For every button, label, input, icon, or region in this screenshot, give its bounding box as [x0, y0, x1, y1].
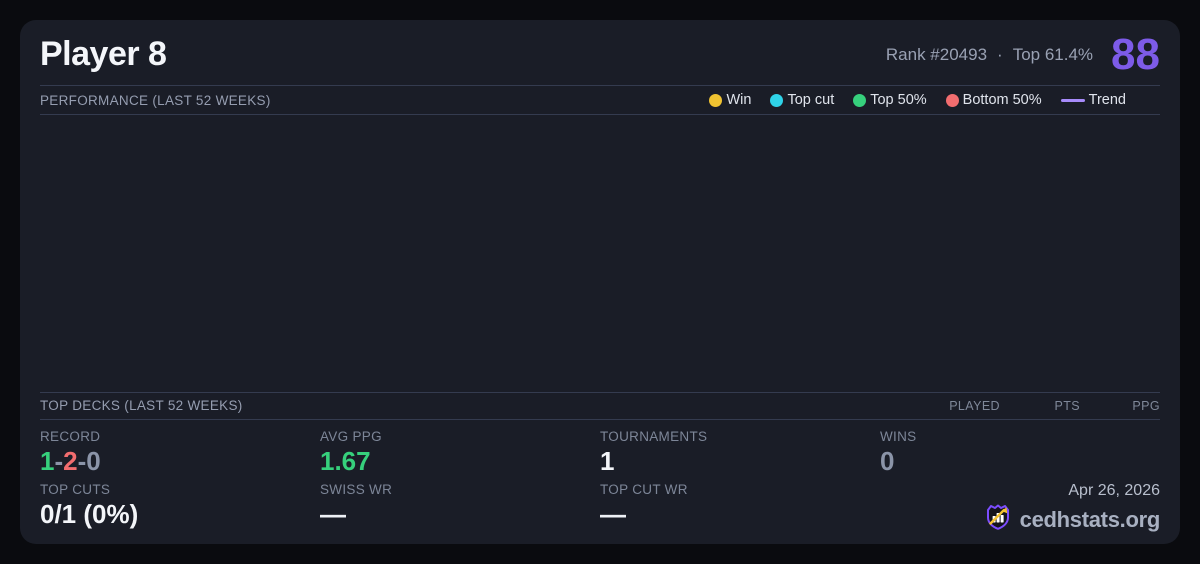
top-cuts-stat: TOP CUTS 0/1 (0%): [40, 482, 320, 536]
swiss-wr-label: SWISS WR: [320, 482, 600, 497]
legend-item-bottom-50: Bottom 50%: [946, 92, 1042, 108]
record-draws: 0: [86, 446, 100, 476]
top-50-dot-icon: [853, 94, 866, 107]
bottom-50-dot-icon: [946, 94, 959, 107]
win-dot-icon: [709, 94, 722, 107]
ppg-column-header: PPG: [1080, 399, 1160, 413]
tournaments-value: 1: [600, 448, 880, 475]
generated-date: Apr 26, 2026: [1068, 482, 1160, 500]
legend-label-trend: Trend: [1089, 92, 1126, 108]
brand-name: cedhstats.org: [1020, 507, 1160, 533]
top-decks-section-header: TOP DECKS (LAST 52 WEEKS) PLAYED PTS PPG: [40, 393, 1160, 419]
legend-label-top-50: Top 50%: [870, 92, 926, 108]
record-wins: 1: [40, 446, 54, 476]
swiss-wr-value: —: [320, 501, 600, 528]
avg-ppg-label: AVG PPG: [320, 429, 600, 444]
player-score: 88: [1111, 33, 1160, 77]
trend-line-icon: [1061, 99, 1085, 102]
top-decks-column-headers: PLAYED PTS PPG: [920, 399, 1160, 413]
top-cuts-value: 0/1 (0%): [40, 501, 320, 528]
avg-ppg-stat: AVG PPG 1.67: [320, 429, 600, 475]
stats-grid: RECORD 1-2-0 AVG PPG 1.67 TOURNAMENTS 1 …: [40, 420, 1160, 544]
top-cut-dot-icon: [770, 94, 783, 107]
card-header: Player 8 Rank #20493 · Top 61.4% 88: [40, 20, 1160, 85]
tournaments-stat: TOURNAMENTS 1: [600, 429, 880, 475]
footer: Apr 26, 2026 cedhstats.org: [880, 482, 1160, 536]
legend-item-trend: Trend: [1061, 92, 1126, 108]
legend-item-top-50: Top 50%: [853, 92, 926, 108]
legend-label-top-cut: Top cut: [787, 92, 834, 108]
player-stats-card: Player 8 Rank #20493 · Top 61.4% 88 PERF…: [20, 20, 1180, 544]
tournaments-label: TOURNAMENTS: [600, 429, 880, 444]
top-cut-wr-stat: TOP CUT WR —: [600, 482, 880, 536]
performance-section-title: PERFORMANCE (LAST 52 WEEKS): [40, 93, 271, 108]
legend-item-win: Win: [709, 92, 751, 108]
legend-item-top-cut: Top cut: [770, 92, 834, 108]
wins-value: 0: [880, 448, 1160, 475]
wins-stat: WINS 0: [880, 429, 1160, 475]
pts-column-header: PTS: [1000, 399, 1080, 413]
chart-legend: Win Top cut Top 50% Bottom 50% Trend: [709, 92, 1160, 108]
page-background: Player 8 Rank #20493 · Top 61.4% 88 PERF…: [0, 0, 1200, 564]
header-right: Rank #20493 · Top 61.4% 88: [886, 33, 1160, 77]
rank-dot-separator: ·: [997, 45, 1003, 65]
cedhstats-logo-icon: [984, 503, 1012, 536]
played-column-header: PLAYED: [920, 399, 1000, 413]
avg-ppg-value: 1.67: [320, 448, 600, 475]
record-stat: RECORD 1-2-0: [40, 429, 320, 475]
wins-label: WINS: [880, 429, 1160, 444]
brand: cedhstats.org: [984, 503, 1160, 536]
top-decks-section-title: TOP DECKS (LAST 52 WEEKS): [40, 398, 243, 413]
top-cut-wr-label: TOP CUT WR: [600, 482, 880, 497]
record-value: 1-2-0: [40, 448, 320, 475]
legend-label-bottom-50: Bottom 50%: [963, 92, 1042, 108]
rank-text: Rank #20493: [886, 45, 987, 65]
record-separator: -: [54, 446, 63, 476]
record-losses: 2: [63, 446, 77, 476]
top-percent-text: Top 61.4%: [1013, 45, 1093, 65]
performance-chart: [40, 115, 1160, 392]
legend-label-win: Win: [726, 92, 751, 108]
top-cut-wr-value: —: [600, 501, 880, 528]
rank-summary: Rank #20493 · Top 61.4%: [886, 45, 1093, 65]
swiss-wr-stat: SWISS WR —: [320, 482, 600, 536]
record-separator: -: [78, 446, 87, 476]
record-label: RECORD: [40, 429, 320, 444]
player-name: Player 8: [40, 35, 166, 74]
top-cuts-label: TOP CUTS: [40, 482, 320, 497]
performance-section-header: PERFORMANCE (LAST 52 WEEKS) Win Top cut …: [40, 86, 1160, 114]
